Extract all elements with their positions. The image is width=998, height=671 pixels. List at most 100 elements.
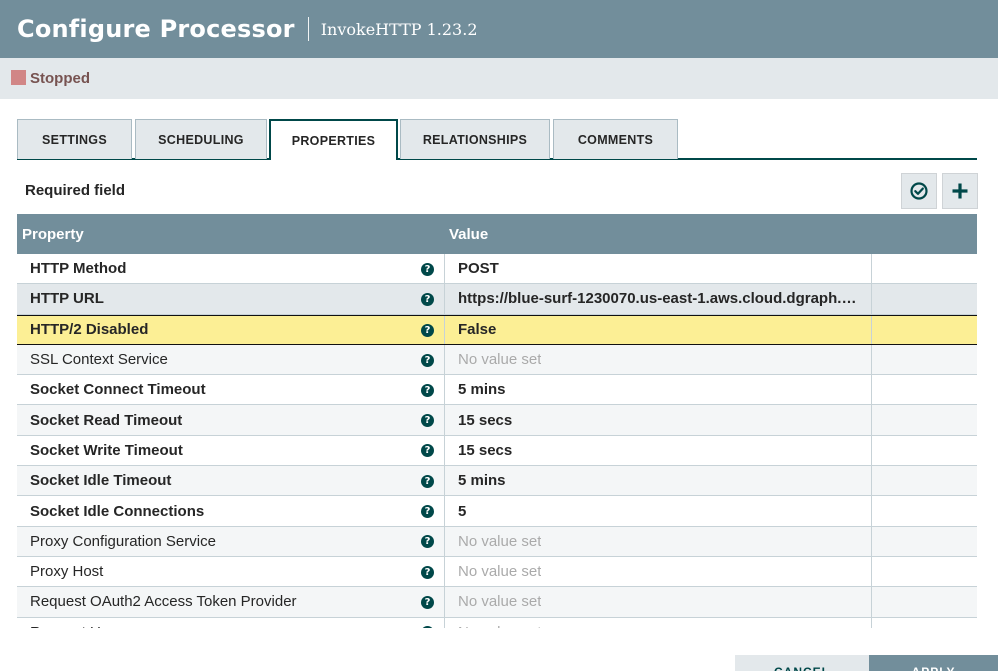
property-value[interactable]: 5 [458,496,858,525]
property-value[interactable]: No value set [458,618,858,628]
table-header: Property Value [17,214,977,254]
help-icon[interactable]: ? [421,414,434,428]
property-name: Proxy Host [30,563,104,581]
property-value-text: False [458,321,497,339]
property-value[interactable]: 5 mins [458,466,858,495]
help-icon[interactable]: ? [421,383,434,397]
table-row[interactable]: HTTP Method? POST [17,254,977,285]
dialog-footer: CANCEL APPLY [0,655,998,671]
property-value[interactable]: 5 mins [458,375,858,404]
tab-properties[interactable]: PROPERTIES [269,119,398,160]
property-value[interactable]: POST [458,254,858,283]
help-icon[interactable]: ? [421,323,434,337]
property-value-text: No value set [458,351,542,369]
property-value[interactable]: No value set [458,557,858,586]
processor-type: InvokeHTTP 1.23.2 [320,19,478,39]
property-name: Request OAuth2 Access Token Provider [30,593,297,611]
property-name: HTTP URL [30,290,104,308]
column-divider [444,254,445,284]
help-icon[interactable]: ? [421,565,434,579]
verify-properties-button[interactable] [901,173,937,209]
help-icon[interactable]: ? [421,292,434,306]
column-header-property[interactable]: Property [17,226,444,243]
property-value-text: No value set [458,532,542,550]
plus-icon [952,183,968,199]
table-row[interactable]: Socket Idle Connections? 5 [17,496,977,527]
property-value-text: POST [458,260,499,278]
column-divider [871,344,872,375]
column-divider [871,526,872,556]
column-divider [871,466,872,496]
column-divider [444,344,445,375]
column-divider [444,587,445,617]
table-row[interactable]: SSL Context Service? No value set [17,344,977,376]
property-name: Proxy Configuration Service [30,532,216,550]
property-name: SSL Context Service [30,351,168,369]
column-divider [871,435,872,466]
help-icon[interactable]: ? [421,535,434,549]
stopped-icon [11,70,26,85]
cancel-button[interactable]: CANCEL [735,655,869,671]
column-divider [444,496,445,526]
property-value[interactable]: No value set [458,587,858,616]
property-value-text: 15 secs [458,441,513,459]
table-row[interactable]: Request Username? No value set [17,617,977,628]
property-name: HTTP/2 Disabled [30,321,149,339]
properties-toolbar: Required field [17,173,978,209]
apply-button[interactable]: APPLY [869,655,998,671]
tab-scheduling[interactable]: SCHEDULING [135,119,267,159]
help-icon[interactable]: ? [421,595,434,609]
column-divider [871,496,872,526]
property-name: Socket Write Timeout [30,441,183,459]
status-bar: Stopped [0,58,998,99]
apply-button-label: APPLY [869,655,998,671]
property-value[interactable]: 15 secs [458,405,858,434]
status-label: Stopped [30,70,90,87]
property-value[interactable]: No value set [458,345,858,374]
table-row[interactable]: HTTP/2 Disabled? False [17,314,977,345]
column-divider [444,284,445,314]
column-divider [444,526,445,556]
property-value-text: No value set [458,563,542,581]
help-icon[interactable]: ? [421,262,434,276]
property-value[interactable]: False [458,316,858,344]
help-icon[interactable]: ? [421,444,434,458]
table-row[interactable]: Socket Connect Timeout? 5 mins [17,375,977,406]
property-value-text: No value set [458,624,541,628]
table-row[interactable]: Socket Write Timeout? 15 secs [17,435,977,467]
tab-relationships[interactable]: RELATIONSHIPS [400,119,550,159]
table-row[interactable]: Proxy Configuration Service? No value set [17,526,977,557]
tab-comments[interactable]: COMMENTS [553,119,678,159]
column-divider [871,315,872,344]
column-divider [871,254,872,284]
property-value-text: No value set [458,593,542,611]
table-row[interactable]: Proxy Host? No value set [17,556,977,588]
property-value[interactable]: 15 secs [458,436,858,465]
table-row[interactable]: HTTP URL? https://blue-surf-1230070.us-ea… [17,284,977,315]
column-divider [444,435,445,466]
help-icon[interactable]: ? [421,474,434,488]
property-value[interactable]: https://blue-surf-1230070.us-east-1.aws.… [458,284,858,313]
column-divider [444,466,445,496]
help-icon[interactable]: ? [421,626,434,628]
dialog-header: Configure Processor InvokeHTTP 1.23.2 [0,0,998,58]
tab-bar: SETTINGS SCHEDULING PROPERTIES RELATIONS… [17,119,977,160]
property-name: Socket Idle Connections [30,502,205,520]
column-divider [871,405,872,435]
help-icon[interactable]: ? [421,353,434,367]
property-value-text: 5 mins [458,472,506,490]
property-name: HTTP Method [30,260,127,278]
property-value-text: https://blue-surf-1230070.us-east-1.aws.… [458,290,858,308]
table-row[interactable]: Request OAuth2 Access Token Provider? No … [17,587,977,618]
property-value[interactable]: No value set [458,527,858,556]
tab-settings[interactable]: SETTINGS [17,119,132,159]
column-divider [444,375,445,405]
help-icon[interactable]: ? [421,505,434,519]
column-divider [871,375,872,405]
column-header-value[interactable]: Value [444,226,488,243]
property-name: Socket Read Timeout [30,411,183,429]
table-row[interactable]: Socket Idle Timeout? 5 mins [17,466,977,497]
add-property-button[interactable] [942,173,978,209]
column-divider [444,405,445,435]
table-row[interactable]: Socket Read Timeout? 15 secs [17,405,977,436]
